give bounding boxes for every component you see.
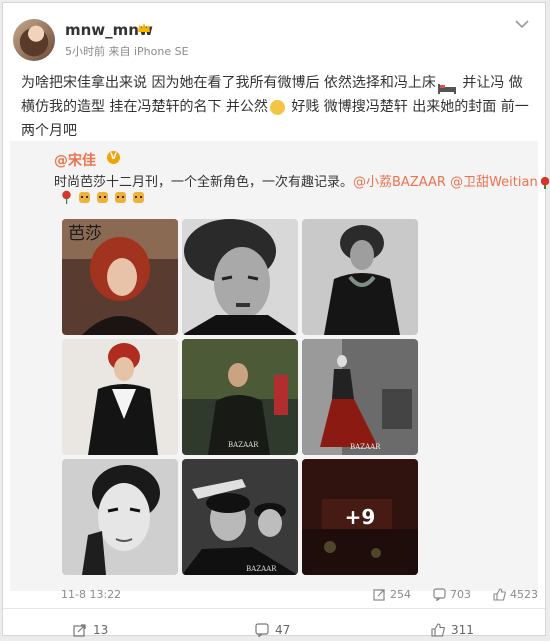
tiger-emoji-icon [79, 192, 90, 203]
tiger-emoji-icon [115, 192, 126, 203]
verified-badge-icon: V [107, 151, 120, 164]
more-photos-badge[interactable]: +9 [302, 459, 418, 575]
photo-thumbnail[interactable]: +9 [302, 459, 418, 575]
photo-thumbnail[interactable]: BAZAAR [182, 339, 298, 455]
comment-button[interactable]: 47 [255, 623, 290, 637]
photo-thumbnail[interactable] [302, 219, 418, 335]
repost-icon [373, 589, 385, 601]
tiger-emoji-icon [133, 192, 144, 203]
photo-thumbnail[interactable] [182, 219, 298, 335]
tiger-emoji-icon [97, 192, 108, 203]
repost-repost-button[interactable]: 254 [373, 588, 411, 601]
repost-icon [73, 624, 86, 637]
photo-thumbnail[interactable]: BAZAAR [182, 459, 298, 575]
like-count: 311 [451, 623, 474, 637]
bed-icon [437, 78, 456, 94]
like-count: 4523 [510, 588, 538, 601]
magazine-brand: BAZAAR [228, 441, 259, 449]
divider [3, 608, 545, 609]
mention-link[interactable]: @卫甜Weitian [450, 175, 538, 190]
like-button[interactable]: 311 [431, 623, 474, 637]
emoji-row [60, 190, 145, 204]
post-text-part1: 为啥把宋佳拿出来说 因为她在看了我所有微博后 依然选择和冯上床 [21, 75, 436, 91]
repost-like-button[interactable]: 4523 [493, 588, 538, 601]
photo-thumbnail[interactable] [62, 459, 178, 575]
repost-username[interactable]: @宋佳 [54, 150, 96, 170]
repost-button[interactable]: 13 [73, 623, 108, 637]
post-text: 为啥把宋佳拿出来说 因为她在看了我所有微博后 依然选择和冯上床 并让冯 做横仿我… [21, 71, 536, 143]
rose-emoji-icon [62, 190, 71, 204]
comment-count: 47 [275, 623, 291, 637]
comment-count: 703 [450, 588, 471, 601]
rose-emoji-icon [539, 176, 550, 189]
repost-time: 11-8 13:22 [61, 588, 122, 601]
repost-count: 254 [390, 588, 411, 601]
comment-icon [433, 588, 446, 601]
mention-link[interactable]: @小荔BAZAAR [353, 175, 446, 190]
chevron-down-icon[interactable] [515, 19, 529, 29]
smirk-emoji-icon [269, 99, 285, 115]
like-icon [493, 588, 506, 601]
action-bar: 13 47 311 [3, 623, 545, 641]
photo-thumbnail[interactable]: BAZAAR [302, 339, 418, 455]
photo-grid: 芭莎 BAZAAR BAZAAR BAZAAR +9 [62, 219, 418, 575]
photo-thumbnail[interactable]: 芭莎 [62, 219, 178, 335]
crown-icon [138, 23, 150, 32]
magazine-cover-title: 芭莎 [68, 224, 102, 244]
like-icon [431, 623, 445, 637]
magazine-brand: BAZAAR [246, 565, 277, 573]
repost-text: 时尚芭莎十二月刊，一个全新角色，一次有趣记录。@小荔BAZAAR @卫甜Weit… [54, 171, 550, 190]
photo-thumbnail[interactable] [62, 339, 178, 455]
repost-footer: 11-8 13:22 254 703 4523 [61, 588, 538, 602]
magazine-brand: BAZAAR [350, 443, 381, 451]
weibo-post-card: mnw_mnw 5小时前 来自 iPhone SE 为啥把宋佳拿出来说 因为她在… [2, 2, 550, 637]
repost-comment-button[interactable]: 703 [433, 588, 471, 601]
avatar[interactable] [13, 19, 55, 61]
repost-count: 13 [93, 623, 109, 637]
comment-icon [255, 623, 269, 637]
post-meta: 5小时前 来自 iPhone SE [65, 45, 189, 58]
